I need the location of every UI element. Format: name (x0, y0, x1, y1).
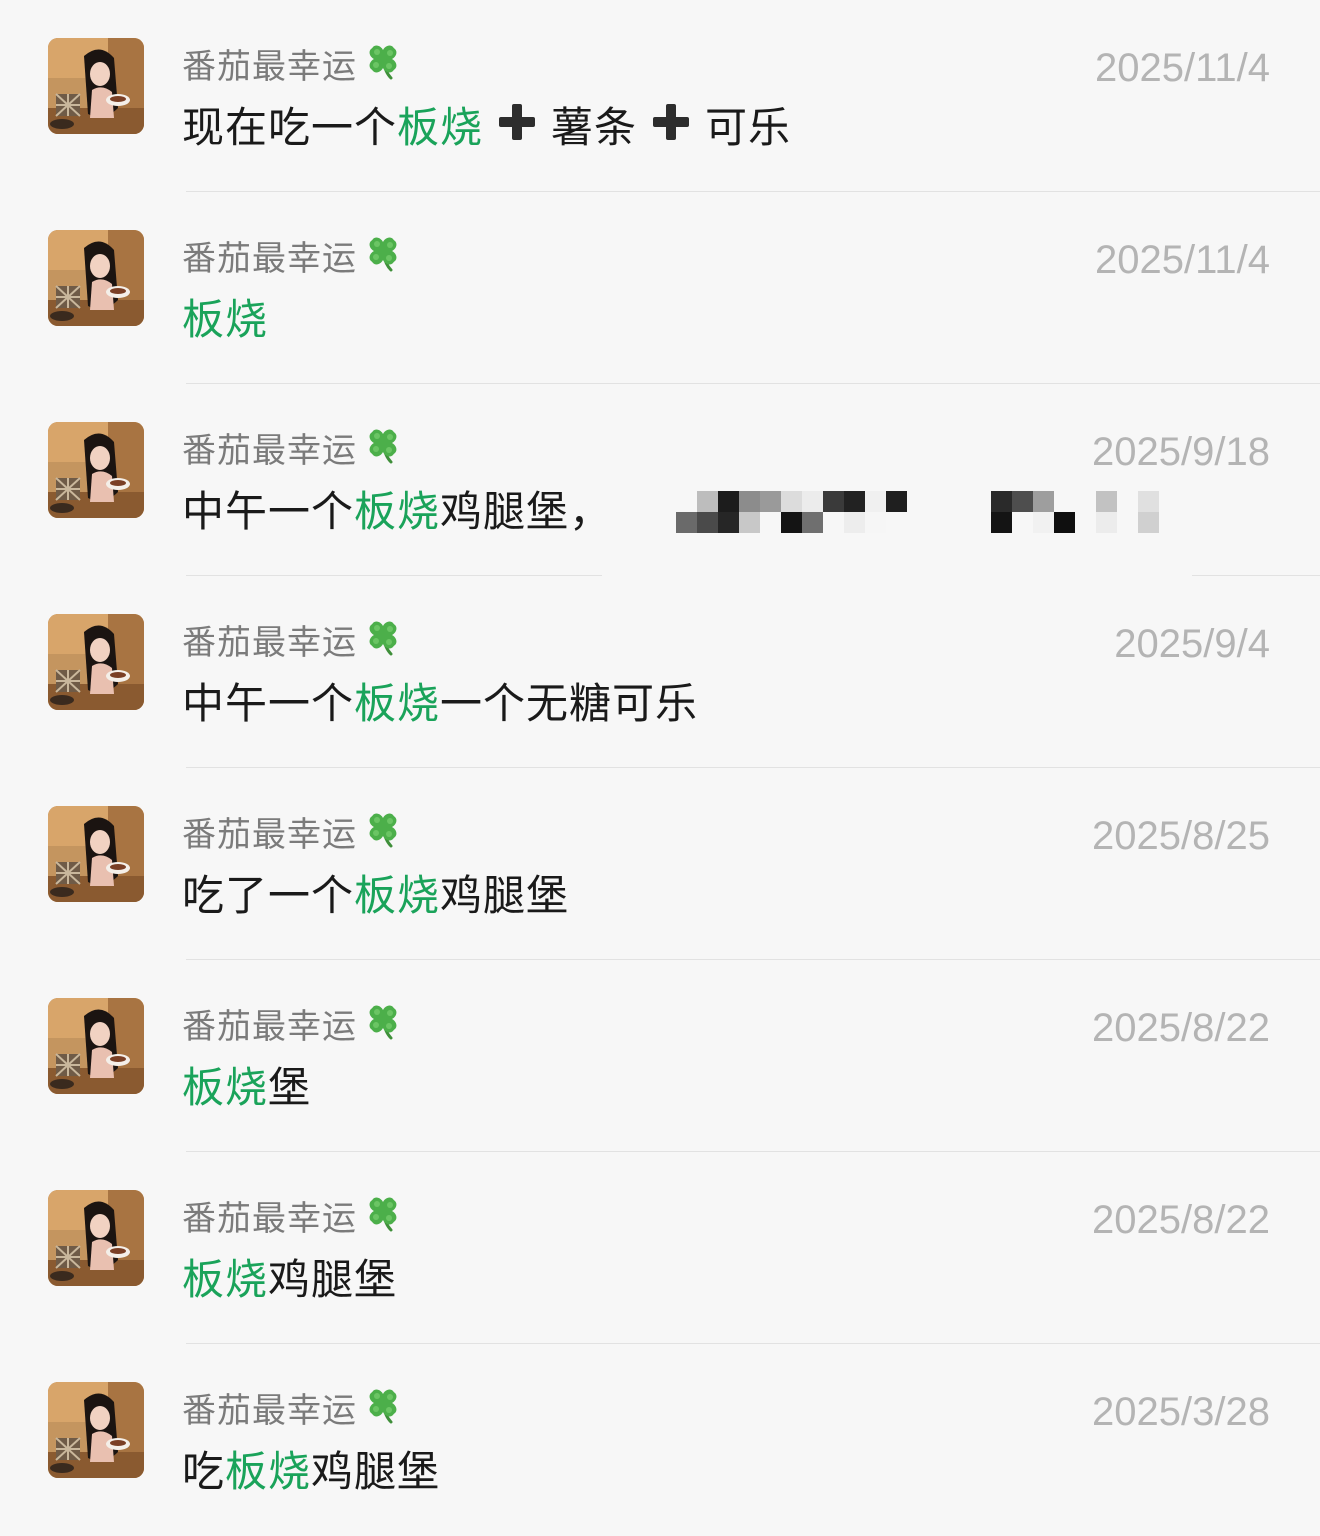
keyword-highlight: 板烧 (182, 1255, 269, 1304)
search-result-row[interactable]: 番茄最幸运 2025/8/22 板烧鸡腿堡 (0, 1152, 1320, 1344)
avatar[interactable] (48, 614, 144, 710)
sender-name-text: 番茄最幸运 (182, 239, 357, 279)
search-result-row[interactable]: 番茄最幸运 2025/9/4 中午一个板烧一个无糖可乐 (0, 576, 1320, 768)
message-date: 2025/9/4 (1114, 622, 1270, 666)
message-date: 2025/9/18 (1092, 430, 1270, 474)
message-text: 吃板烧鸡腿堡 (182, 1444, 440, 1500)
sender-name: 番茄最幸运 (182, 236, 405, 285)
search-result-row[interactable]: 番茄最幸运 2025/9/18 中午一个板烧鸡腿堡， (0, 384, 1320, 576)
search-result-row[interactable]: 番茄最幸运 2025/11/4 现在吃一个板烧 薯条 可乐 (0, 0, 1320, 192)
sender-name-text: 番茄最幸运 (182, 815, 357, 855)
keyword-highlight: 板烧 (397, 103, 484, 152)
redacted-mosaic (676, 481, 1186, 565)
avatar[interactable] (48, 1190, 144, 1286)
four-leaf-clover-icon (361, 38, 405, 93)
four-leaf-clover-icon (361, 614, 405, 669)
message-fragment: 薯条 (551, 103, 638, 152)
avatar[interactable] (48, 422, 144, 518)
keyword-highlight: 板烧 (225, 1447, 312, 1496)
message-fragment: 中午一个 (182, 487, 355, 536)
message-text: 板烧堡 (182, 1060, 311, 1116)
sender-name-text: 番茄最幸运 (182, 1199, 357, 1239)
sender-name: 番茄最幸运 (182, 1388, 405, 1437)
message-text: 中午一个板烧一个无糖可乐 (182, 676, 698, 732)
avatar[interactable] (48, 998, 144, 1094)
message-fragment: 鸡腿堡， (440, 487, 613, 536)
message-fragment: 吃 (182, 1447, 226, 1496)
keyword-highlight: 板烧 (354, 487, 441, 536)
message-text: 吃了一个板烧鸡腿堡 (182, 868, 569, 924)
message-fragment: 堡 (268, 1063, 312, 1112)
sender-name: 番茄最幸运 (182, 428, 405, 477)
message-date: 2025/8/22 (1092, 1006, 1270, 1050)
message-fragment: 鸡腿堡 (268, 1255, 398, 1304)
keyword-highlight: 板烧 (182, 1063, 269, 1112)
avatar[interactable] (48, 38, 144, 134)
message-fragment: 吃了一个 (182, 871, 355, 920)
sender-name-text: 番茄最幸运 (182, 431, 357, 471)
message-fragment: 鸡腿堡 (311, 1447, 441, 1496)
keyword-highlight: 板烧 (354, 871, 441, 920)
message-fragment: 鸡腿堡 (440, 871, 570, 920)
message-date: 2025/11/4 (1095, 238, 1270, 282)
message-fragment: 一个无糖可乐 (440, 679, 699, 728)
message-fragment: 中午一个 (182, 679, 355, 728)
avatar[interactable] (48, 1382, 144, 1478)
sender-name: 番茄最幸运 (182, 44, 405, 93)
avatar[interactable] (48, 230, 144, 326)
message-date: 2025/11/4 (1095, 46, 1270, 90)
message-date: 2025/8/22 (1092, 1198, 1270, 1242)
heavy-plus-icon (651, 100, 691, 156)
four-leaf-clover-icon (361, 230, 405, 285)
four-leaf-clover-icon (361, 422, 405, 477)
sender-name-text: 番茄最幸运 (182, 1391, 357, 1431)
message-text: 现在吃一个板烧 薯条 可乐 (182, 100, 791, 156)
search-result-row[interactable]: 番茄最幸运 2025/11/4 板烧 (0, 192, 1320, 384)
four-leaf-clover-icon (361, 1190, 405, 1245)
sender-name-text: 番茄最幸运 (182, 623, 357, 663)
search-result-row[interactable]: 番茄最幸运 2025/3/28 吃板烧鸡腿堡 (0, 1344, 1320, 1536)
keyword-highlight: 板烧 (182, 295, 269, 344)
search-result-row[interactable]: 番茄最幸运 2025/8/22 板烧堡 (0, 960, 1320, 1152)
message-date: 2025/3/28 (1092, 1390, 1270, 1434)
sender-name: 番茄最幸运 (182, 620, 405, 669)
search-result-row[interactable]: 番茄最幸运 2025/8/25 吃了一个板烧鸡腿堡 (0, 768, 1320, 960)
message-text: 板烧鸡腿堡 (182, 1252, 397, 1308)
message-text: 中午一个板烧鸡腿堡， (182, 484, 612, 540)
search-results-list: 番茄最幸运 2025/11/4 现在吃一个板烧 薯条 可乐 番茄最幸运 2025/11/4 板… (0, 0, 1320, 1522)
message-fragment: 可乐 (705, 103, 792, 152)
four-leaf-clover-icon (361, 806, 405, 861)
sender-name-text: 番茄最幸运 (182, 47, 357, 87)
keyword-highlight: 板烧 (354, 679, 441, 728)
sender-name-text: 番茄最幸运 (182, 1007, 357, 1047)
four-leaf-clover-icon (361, 998, 405, 1053)
four-leaf-clover-icon (361, 1382, 405, 1437)
sender-name: 番茄最幸运 (182, 812, 405, 861)
avatar[interactable] (48, 806, 144, 902)
message-date: 2025/8/25 (1092, 814, 1270, 858)
message-text: 板烧 (182, 292, 268, 348)
message-fragment: 现在吃一个 (182, 103, 398, 152)
sender-name: 番茄最幸运 (182, 1196, 405, 1245)
sender-name: 番茄最幸运 (182, 1004, 405, 1053)
heavy-plus-icon (497, 100, 537, 156)
